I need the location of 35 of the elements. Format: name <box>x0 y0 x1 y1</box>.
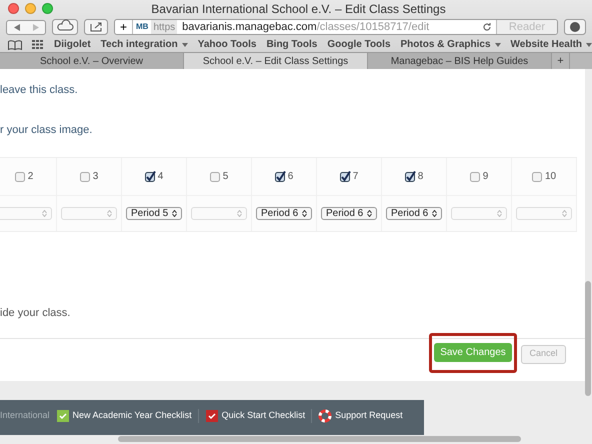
browser-tab[interactable]: Managebac – BIS Help Guides <box>368 53 552 69</box>
period-label: 9 <box>482 170 488 184</box>
period-label: 2 <box>28 170 34 184</box>
period-select[interactable]: Period 6 <box>386 206 442 220</box>
period-label: 3 <box>92 170 98 184</box>
browser-tab[interactable]: School e.V. – Overview <box>0 53 184 69</box>
bookmark-item[interactable]: Photos & Graphics <box>400 37 501 52</box>
browser-tab[interactable]: School e.V. – Edit Class Settings <box>184 53 368 69</box>
period-label: 4 <box>158 170 164 184</box>
window-title: Bavarian International School e.V. – Edit Class Settings <box>151 0 446 18</box>
bookmark-item[interactable]: Yahoo Tools <box>198 37 256 52</box>
footer-link[interactable]: New Academic Year Checklist <box>72 408 192 422</box>
new-tab-button[interactable]: + <box>115 20 134 34</box>
bookmark-item[interactable]: Tech integration <box>100 37 188 52</box>
period-select[interactable]: Period 6 <box>321 206 377 220</box>
footer-text: International <box>0 408 50 422</box>
site-logo-text: MB <box>135 21 150 33</box>
period-label: 5 <box>222 170 228 184</box>
help-text: leave this class. <box>0 83 79 98</box>
help-text: r your class image. <box>0 122 94 138</box>
period-label: 10 <box>544 170 556 184</box>
url-text: bavarianis.managebac.com/classes/10158717/edit <box>182 20 430 34</box>
footer-link[interactable]: Quick Start Checklist <box>222 408 306 422</box>
bookmark-item[interactable]: Website Health <box>510 37 592 52</box>
bookmark-item[interactable]: Diigolet <box>54 37 91 52</box>
period-label: 6 <box>288 170 294 184</box>
footer-link[interactable]: Support Request <box>335 408 403 422</box>
bookmark-item[interactable]: Bing Tools <box>266 37 318 52</box>
bookmark-item[interactable]: Google Tools <box>327 37 391 52</box>
help-text: ide your class. <box>0 306 72 321</box>
period-label: 7 <box>352 170 358 184</box>
period-label: 8 <box>418 170 424 184</box>
period-select[interactable]: Period 5 <box>126 206 182 220</box>
https-label: https <box>151 20 178 34</box>
period-select[interactable]: Period 6 <box>256 206 312 220</box>
